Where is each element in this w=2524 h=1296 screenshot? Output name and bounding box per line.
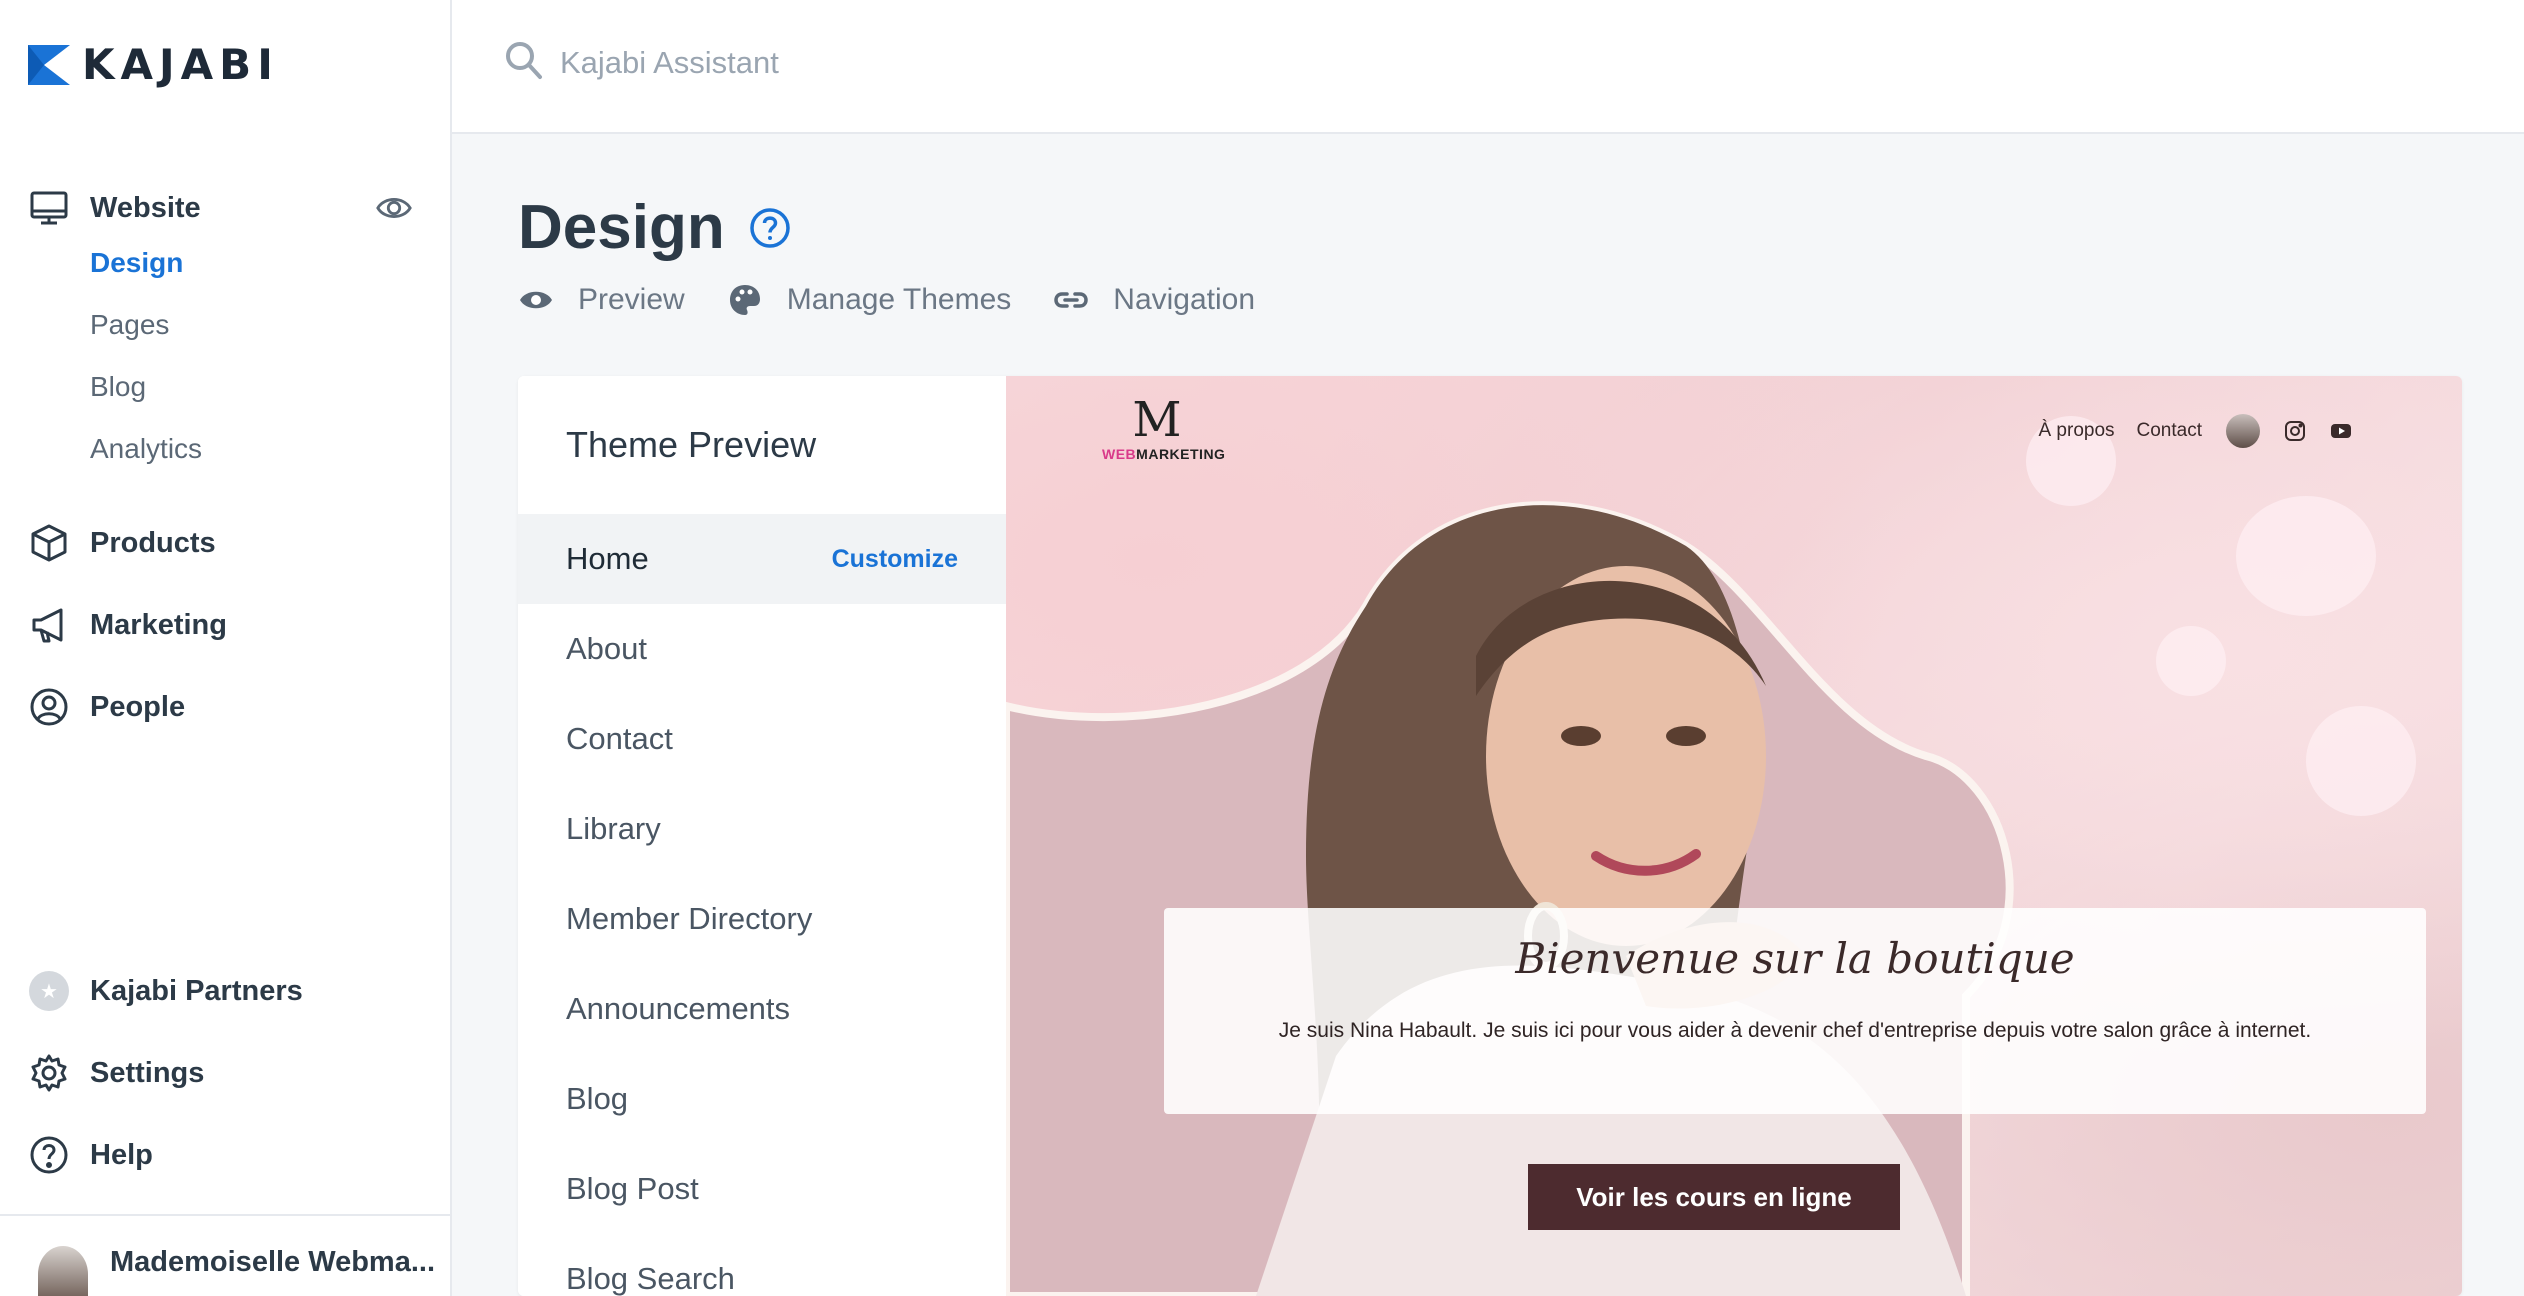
site-preview-frame[interactable]: M WEBMARKETING À propos Contact Bienvenu… (1006, 376, 2462, 1296)
nav-website-label: Website (90, 191, 201, 224)
page-item-library[interactable]: Library (518, 784, 1006, 874)
youtube-icon[interactable] (2330, 420, 2352, 442)
brand-name: KAJABI (82, 40, 279, 89)
gear-icon (28, 1052, 70, 1094)
page-item-blog-post[interactable]: Blog Post (518, 1144, 1006, 1234)
help-circle-icon (28, 1134, 70, 1176)
theme-preview-card: Theme Preview Home Customize About Conta… (518, 376, 2462, 1296)
kajabi-logo-icon (28, 44, 70, 85)
welcome-box: Bienvenue sur la boutique Je suis Nina H… (1164, 908, 2426, 1114)
site-logo[interactable]: M WEBMARKETING (1102, 392, 1226, 474)
nav-people[interactable]: People (28, 666, 424, 748)
design-tabs: Preview Manage Themes Navigation (518, 282, 1297, 318)
page-item-about[interactable]: About (518, 604, 1006, 694)
nav-products-label: Products (90, 526, 216, 559)
theme-preview-heading: Theme Preview (566, 424, 817, 465)
account-profile[interactable]: Mademoiselle Webma... (0, 1214, 452, 1296)
top-bar (452, 0, 2524, 134)
site-nav-avatar[interactable] (2226, 414, 2260, 448)
profile-name: Mademoiselle Webma... (110, 1246, 436, 1278)
bottom-nav: ★ Kajabi Partners Settings Help (28, 950, 424, 1196)
nav-people-label: People (90, 690, 186, 723)
link-icon (1054, 292, 1089, 308)
nav-help-label: Help (90, 1138, 153, 1171)
page-item-contact[interactable]: Contact (518, 694, 1006, 784)
view-courses-button[interactable]: Voir les cours en ligne (1528, 1164, 1900, 1230)
tab-navigation-label: Navigation (1113, 283, 1256, 316)
theme-pages-list: Theme Preview Home Customize About Conta… (518, 376, 1006, 1296)
user-circle-icon (28, 686, 70, 728)
main-nav: Website Design Pages Blog Analytics Prod… (28, 184, 424, 748)
page-item-announcements[interactable]: Announcements (518, 964, 1006, 1054)
customize-link[interactable]: Customize (832, 545, 958, 574)
tab-manage-themes[interactable]: Manage Themes (727, 282, 1012, 318)
site-nav: À propos Contact (2016, 414, 2352, 448)
subnav-analytics[interactable]: Analytics (90, 418, 424, 480)
megaphone-icon (28, 604, 70, 646)
nav-website[interactable]: Website (28, 184, 424, 232)
nav-settings-label: Settings (90, 1056, 205, 1089)
help-circle-icon[interactable] (749, 207, 791, 249)
subnav-pages[interactable]: Pages (90, 294, 424, 356)
page-item-blog[interactable]: Blog (518, 1054, 1006, 1144)
kajabi-logo[interactable]: KAJABI (28, 40, 279, 89)
page-item-home[interactable]: Home Customize (518, 514, 1006, 604)
sidebar: KAJABI Website Design Pages Blog Analyti… (0, 0, 452, 1296)
page-title: Design (518, 193, 725, 262)
page-header: Design (518, 192, 791, 263)
nav-settings[interactable]: Settings (28, 1032, 424, 1114)
assistant-search-input[interactable] (560, 38, 1360, 88)
site-logo-wordmark: WEBMARKETING (1102, 446, 1226, 462)
instagram-icon[interactable] (2284, 420, 2306, 442)
nav-kajabi-partners[interactable]: ★ Kajabi Partners (28, 950, 424, 1032)
view-site-eye-icon[interactable] (374, 188, 414, 228)
search-icon (506, 42, 542, 79)
tab-preview[interactable]: Preview (518, 282, 685, 318)
nav-marketing-label: Marketing (90, 608, 227, 641)
tab-preview-label: Preview (578, 283, 685, 316)
palette-icon (729, 285, 760, 315)
website-subnav: Design Pages Blog Analytics (90, 232, 424, 480)
box-icon (28, 522, 70, 564)
site-nav-contact[interactable]: Contact (2137, 420, 2202, 442)
welcome-title: Bienvenue sur la boutique (1515, 934, 2075, 983)
site-nav-a-propos[interactable]: À propos (2038, 420, 2114, 442)
nav-products[interactable]: Products (28, 502, 424, 584)
eye-icon (520, 291, 552, 309)
welcome-text: Je suis Nina Habault. Je suis ici pour v… (1278, 1019, 2312, 1042)
star-badge-icon: ★ (28, 970, 70, 1012)
page-item-label: Home (566, 541, 649, 576)
nav-marketing[interactable]: Marketing (28, 584, 424, 666)
site-logo-mark: M (1132, 392, 1182, 448)
subnav-blog[interactable]: Blog (90, 356, 424, 418)
monitor-icon (28, 187, 70, 229)
page-item-member-directory[interactable]: Member Directory (518, 874, 1006, 964)
tab-navigation[interactable]: Navigation (1053, 282, 1255, 318)
nav-partners-label: Kajabi Partners (90, 974, 303, 1007)
avatar (38, 1246, 88, 1296)
page-item-blog-search[interactable]: Blog Search (518, 1234, 1006, 1296)
subnav-design[interactable]: Design (90, 232, 424, 294)
tab-manage-themes-label: Manage Themes (786, 283, 1012, 316)
nav-help[interactable]: Help (28, 1114, 424, 1196)
